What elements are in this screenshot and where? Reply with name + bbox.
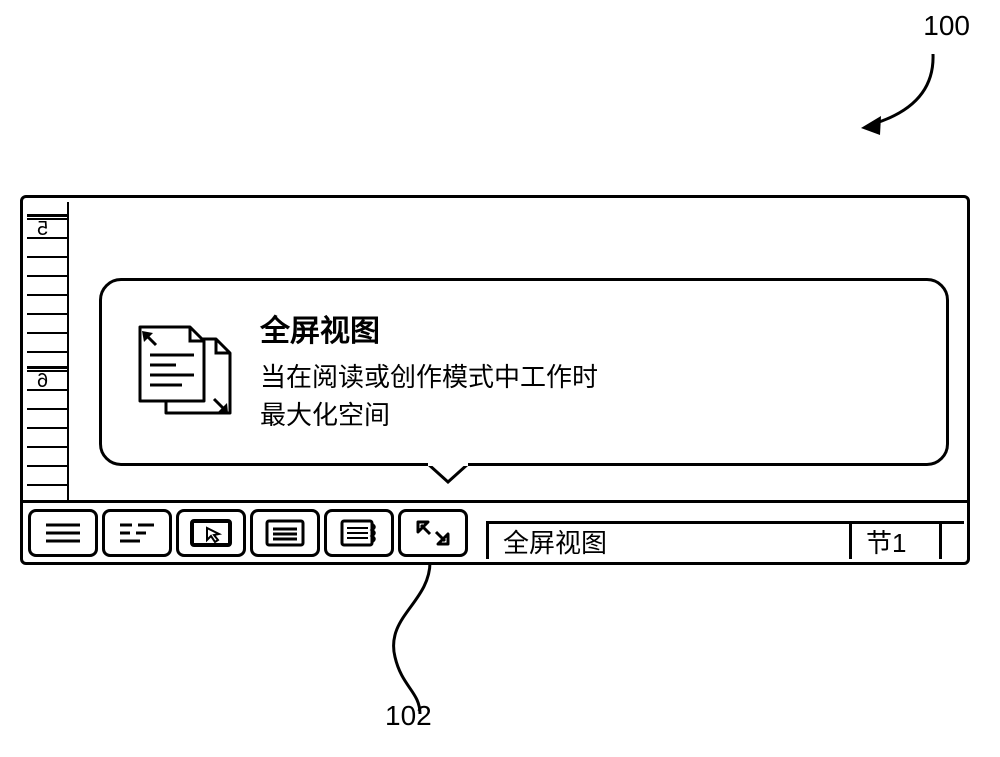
status-spacer xyxy=(942,524,970,559)
tooltip-line2: 最大化空间 xyxy=(260,397,598,435)
vertical-ruler: 5 6 xyxy=(27,202,69,500)
tooltip-line1: 当在阅读或创作模式中工作时 xyxy=(260,359,598,397)
tooltip-title: 全屏视图 xyxy=(260,310,598,354)
notebook-icon xyxy=(338,518,380,548)
ruler-mark-6: 6 xyxy=(37,370,48,393)
callout-leader-icon xyxy=(360,562,500,722)
page-cursor-icon xyxy=(189,518,233,548)
view-button-outline[interactable] xyxy=(250,509,320,557)
status-bar: 全屏视图 节1 xyxy=(486,521,964,559)
status-view-mode[interactable]: 全屏视图 xyxy=(489,524,852,559)
figure-number-label: 100 xyxy=(923,10,970,42)
view-button-draft[interactable] xyxy=(324,509,394,557)
view-mode-button-group xyxy=(27,505,469,561)
ruler-mark-5: 5 xyxy=(37,218,48,241)
status-section[interactable]: 节1 xyxy=(852,524,942,559)
boxed-lines-icon xyxy=(264,518,306,548)
fullscreen-arrows-icon xyxy=(412,518,454,548)
tooltip-tail-icon xyxy=(428,460,468,484)
fullscreen-tooltip: 全屏视图 当在阅读或创作模式中工作时 最大化空间 xyxy=(99,278,949,466)
view-button-print-layout[interactable] xyxy=(176,509,246,557)
dashed-lines-icon xyxy=(116,519,158,547)
fullscreen-pages-icon xyxy=(128,317,238,427)
lines-icon xyxy=(42,519,84,547)
figure-pointer-arrow-icon xyxy=(855,50,955,140)
app-window: 5 6 xyxy=(20,195,970,565)
callout-number-label: 102 xyxy=(385,700,432,732)
view-button-normal[interactable] xyxy=(28,509,98,557)
view-button-fullscreen[interactable] xyxy=(398,509,468,557)
view-button-web-layout[interactable] xyxy=(102,509,172,557)
